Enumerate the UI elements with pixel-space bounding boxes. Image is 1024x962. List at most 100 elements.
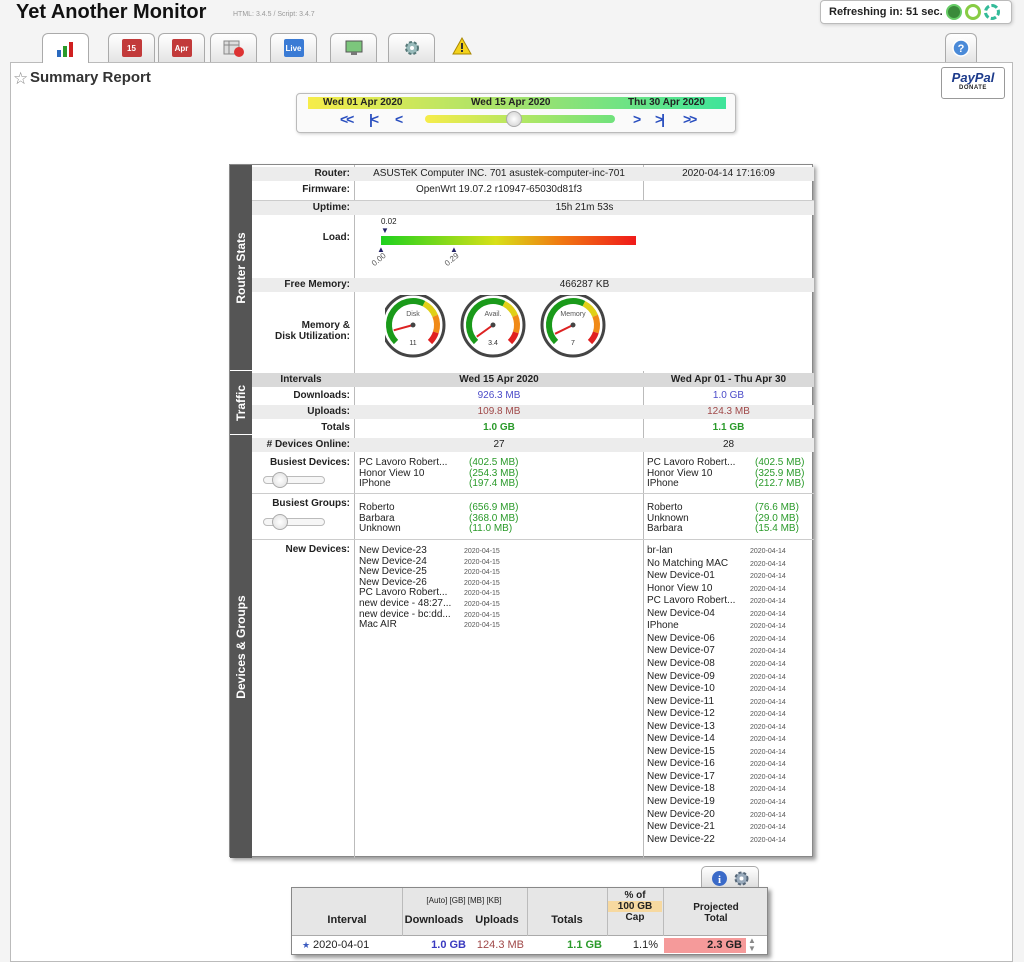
- row-spinner-icon[interactable]: ▲ ▼: [748, 937, 756, 953]
- prev-day-button[interactable]: <: [395, 111, 403, 127]
- list-item-name: New Device-12: [647, 708, 715, 720]
- refresh-pause-icon[interactable]: [964, 4, 981, 20]
- monitor-icon: [345, 40, 362, 55]
- refresh-now-icon[interactable]: [983, 4, 1000, 20]
- tab-monthly[interactable]: Apr: [158, 33, 205, 62]
- row-cap-pct: 1.1%: [632, 939, 658, 951]
- list-item-name: PC Lavoro Robert...: [359, 457, 448, 468]
- uptime-row: Uptime: 15h 21m 53s: [252, 201, 814, 215]
- info-icon[interactable]: i: [711, 870, 728, 887]
- prev-month-button[interactable]: |<: [369, 111, 379, 127]
- col-cap-line-2: 100 GB: [608, 901, 662, 912]
- totals-day: 1.0 GB: [483, 422, 515, 433]
- tab-daily[interactable]: 15: [108, 33, 155, 62]
- next-day-button[interactable]: >: [633, 111, 641, 127]
- list-item-name: IPhone: [647, 478, 679, 489]
- row-totals: 1.1 GB: [567, 939, 602, 951]
- tab-live[interactable]: Live: [270, 33, 317, 62]
- list-item-date: 2020-04-14: [750, 761, 786, 769]
- devices-online-month: 28: [722, 439, 735, 450]
- utilization-label-2: Disk Utilization:: [274, 331, 350, 342]
- list-item-name: New Device-08: [647, 657, 715, 669]
- gauge-arc: [512, 314, 520, 334]
- tab-alerts[interactable]: [452, 36, 472, 58]
- traffic-col-month: Wed Apr 01 - Thu Apr 30: [670, 374, 787, 385]
- tab-bar: 15 Apr Live ?: [0, 33, 1024, 63]
- last-period-button[interactable]: >>: [683, 111, 697, 127]
- col-projected-line-2: Total: [704, 913, 728, 924]
- list-item-date: 2020-04-14: [750, 773, 786, 781]
- firmware-label: Firmware:: [302, 184, 350, 195]
- traffic-col-day: Wed 15 Apr 2020: [459, 374, 539, 385]
- favorite-star-icon[interactable]: ☆: [13, 69, 28, 89]
- list-item-date: 2020-04-14: [750, 673, 786, 681]
- list-item-name: New Device-22: [647, 833, 715, 845]
- options-gear-icon[interactable]: [733, 870, 750, 887]
- date-strip: Wed 01 Apr 2020 Wed 15 Apr 2020 Thu 30 A…: [308, 97, 726, 109]
- busiest-devices-slider[interactable]: [263, 472, 325, 488]
- list-item-value: (197.4 MB): [469, 478, 519, 489]
- interval-summary-table: [Auto] [GB] [MB] [KB] Interval Downloads…: [291, 887, 768, 955]
- tab-devices[interactable]: [330, 33, 377, 62]
- list-item-date: 2020-04-15: [464, 611, 500, 619]
- list-item-date: 2020-04-15: [464, 601, 500, 608]
- tab-help[interactable]: ?: [945, 33, 977, 62]
- list-item-name: New Device-10: [647, 683, 715, 695]
- list-item-date: 2020-04-15: [464, 590, 500, 598]
- tab-history[interactable]: [210, 33, 257, 62]
- unit-selector[interactable]: [Auto] [GB] [MB] [KB]: [402, 896, 526, 905]
- row-projected: 2.3 GB: [664, 938, 746, 953]
- list-item-name: New Device-26: [359, 576, 427, 588]
- list-item-name: Honor View 10: [647, 467, 713, 479]
- busiest-devices-label: Busiest Devices:: [269, 457, 350, 468]
- list-item-date: 2020-04-15: [464, 622, 500, 630]
- list-item-value: (254.3 MB): [469, 467, 519, 479]
- next-month-button[interactable]: >|: [655, 111, 665, 127]
- list-item-name: Mac AIR: [359, 619, 397, 631]
- list-item-name: New Device-19: [647, 796, 715, 807]
- svg-text:i: i: [718, 874, 721, 886]
- gauge-label: Memory: [560, 311, 586, 318]
- list-item-name: New Device-16: [647, 758, 715, 770]
- list-item-date: 2020-04-14: [750, 573, 786, 581]
- totals-month: 1.1 GB: [712, 422, 745, 433]
- list-item-date: 2020-04-14: [750, 836, 786, 844]
- downloads-label: Downloads:: [293, 390, 350, 401]
- uploads-month: 124.3 MB: [707, 406, 750, 417]
- traffic-section-label: Traffic: [230, 371, 252, 434]
- list-item-name: New Device-11: [647, 695, 715, 707]
- downloads-day: 926.3 MB: [477, 390, 521, 401]
- list-item-date: 2020-04-14: [750, 786, 786, 794]
- gauge-1: Disk 11: [385, 295, 446, 358]
- load-value-a: 0.00: [369, 251, 388, 268]
- list-item-name: New Device-23: [359, 545, 427, 556]
- col-projected-line-1: Projected: [693, 902, 739, 913]
- paypal-donate-button[interactable]: PayPal DONATE: [941, 67, 1005, 99]
- list-item-date: 2020-04-14: [750, 723, 786, 731]
- summary-stats-table: Router Stats Traffic Devices & Groups Ro…: [229, 164, 814, 858]
- gauge-value: 3.4: [488, 340, 498, 347]
- gear-icon: [404, 41, 419, 55]
- calendar-15-icon: 15: [121, 39, 142, 57]
- date-slider-handle[interactable]: [506, 111, 523, 127]
- first-period-button[interactable]: <<: [340, 111, 354, 127]
- utilization-label-1: Memory &: [301, 320, 350, 331]
- list-item-date: 2020-04-14: [750, 748, 786, 756]
- devices-online-day: 27: [493, 439, 505, 450]
- warning-icon: [452, 36, 472, 55]
- busiest-groups-slider[interactable]: [263, 514, 325, 530]
- load-value-b: 0.29: [442, 251, 461, 268]
- free-memory-value: 466287 KB: [559, 279, 610, 290]
- uploads-row: Uploads: 109.8 MB 124.3 MB: [252, 405, 814, 419]
- new-devices-label: New Devices:: [285, 544, 350, 555]
- refresh-money-icon[interactable]: [945, 4, 962, 20]
- totals-row: Totals 1.0 GB 1.1 GB: [252, 421, 814, 435]
- router-model: ASUSTeK Computer INC. 701 asustek-comput…: [373, 168, 625, 179]
- list-item-name: New Device-20: [647, 808, 715, 820]
- col-downloads: Downloads: [404, 914, 464, 926]
- list-item-name: Roberto: [647, 502, 683, 513]
- load-label: Load:: [322, 232, 350, 243]
- tab-settings[interactable]: [388, 33, 435, 62]
- tab-summary[interactable]: [42, 33, 89, 63]
- list-item-name: New Device-09: [647, 670, 715, 682]
